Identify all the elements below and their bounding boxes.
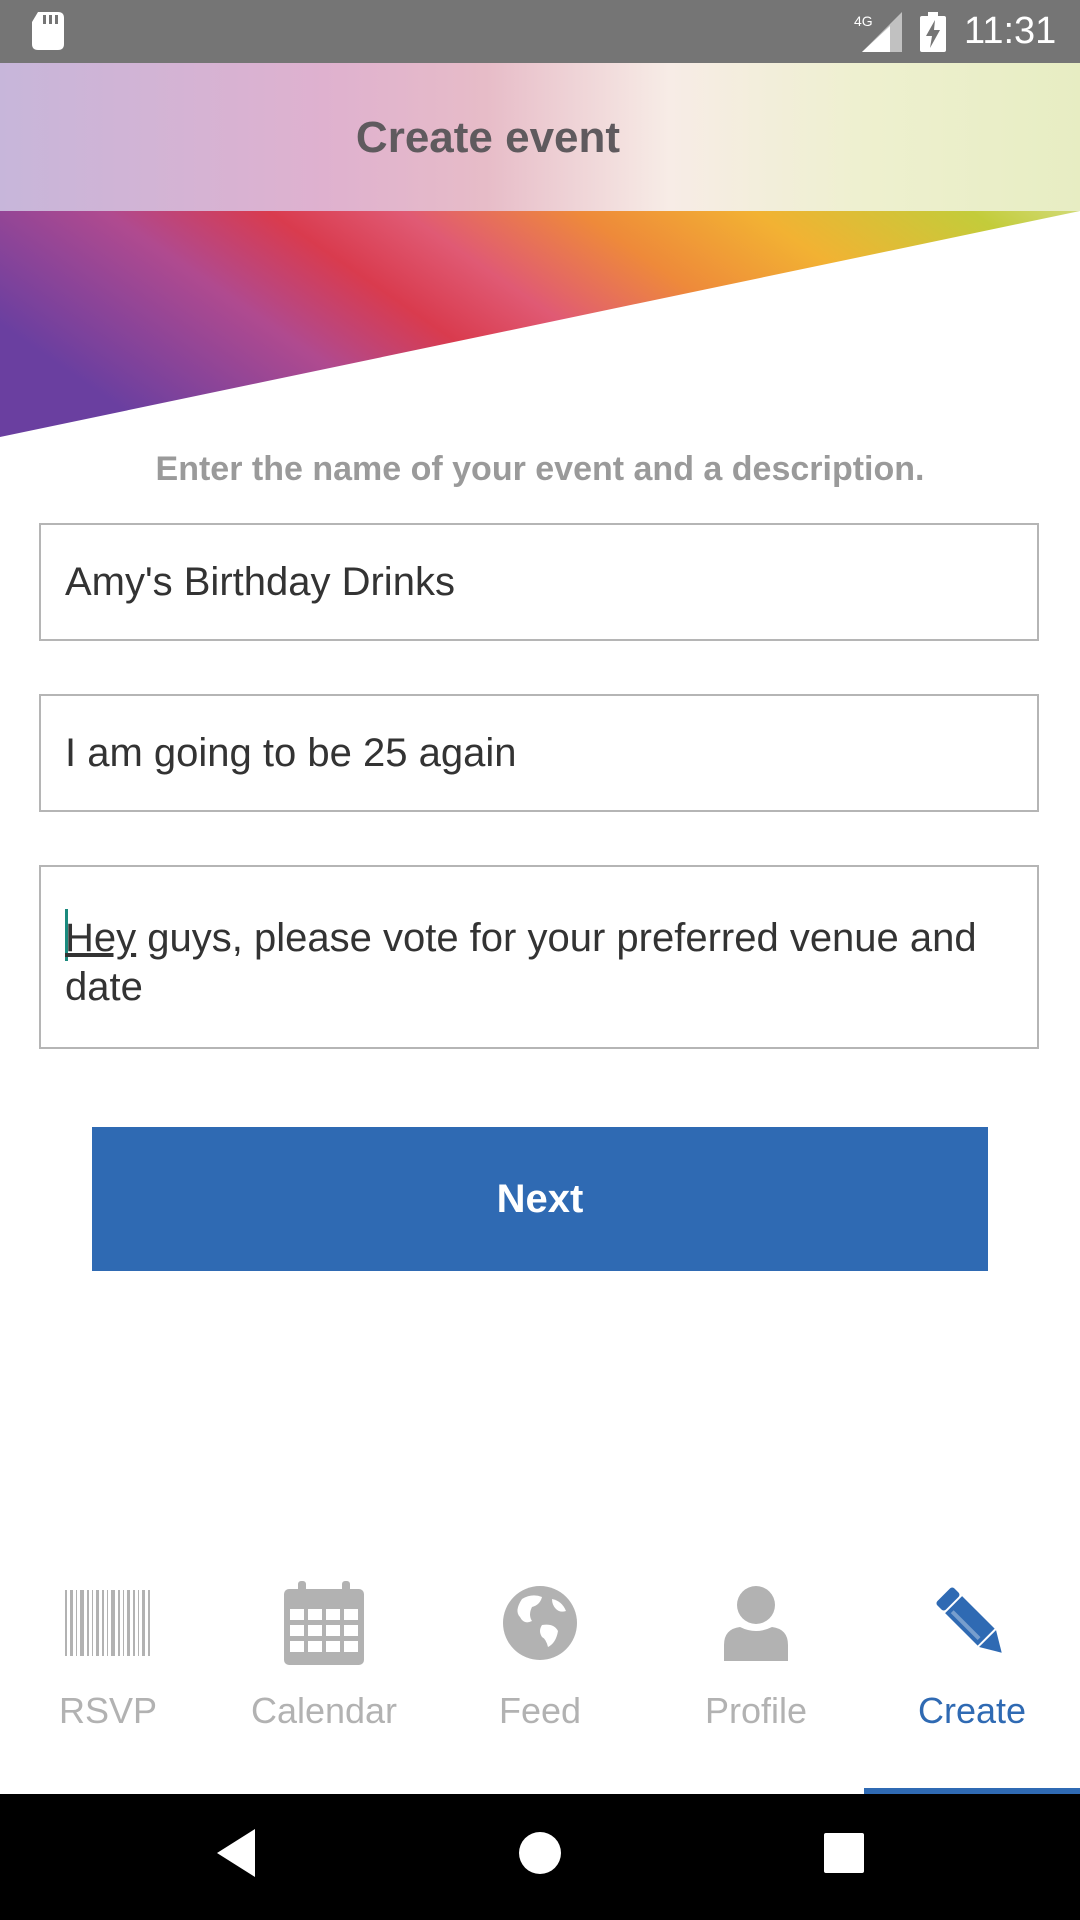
status-bar: 4G 11:31 [0, 0, 1080, 63]
bottom-tab-bar: RSVP Calendar Feed Profile Create [0, 1530, 1080, 1794]
description-first-word: Hey [65, 916, 137, 960]
event-description-field[interactable]: Hey guys, please vote for your preferred… [39, 865, 1039, 1049]
tab-profile[interactable]: Profile [648, 1530, 864, 1794]
clock: 11:31 [964, 10, 1057, 52]
barcode-icon [65, 1590, 150, 1656]
description-rest: guys, please vote for your preferred ven… [65, 916, 977, 1009]
event-name-field[interactable]: Amy's Birthday Drinks [39, 523, 1039, 641]
page-title: Create event [355, 113, 621, 162]
pencil-icon [936, 1587, 1002, 1653]
calendar-icon [284, 1581, 364, 1665]
signal-4g-icon: 4G [854, 12, 902, 52]
event-subtitle-field[interactable]: I am going to be 25 again [39, 694, 1039, 812]
person-icon [724, 1586, 788, 1661]
tab-label-create: Create [917, 1690, 1027, 1731]
form-instruction: Enter the name of your event and a descr… [155, 450, 925, 488]
recents-icon[interactable] [824, 1827, 864, 1879]
tab-calendar[interactable]: Calendar [216, 1530, 432, 1794]
next-button[interactable]: Next [92, 1127, 988, 1271]
home-icon[interactable] [518, 1827, 562, 1879]
tab-rsvp[interactable]: RSVP [0, 1530, 216, 1794]
app-header: Create event [0, 63, 1080, 448]
battery-charging-icon [920, 12, 946, 52]
system-navigation-bar [0, 1794, 1080, 1920]
tab-label-feed: Feed [498, 1690, 582, 1731]
tab-create[interactable]: Create [864, 1530, 1080, 1794]
sd-card-icon [32, 12, 64, 50]
tab-label-calendar: Calendar [250, 1690, 398, 1731]
tab-feed[interactable]: Feed [432, 1530, 648, 1794]
event-subtitle-value: I am going to be 25 again [65, 731, 517, 775]
back-icon[interactable] [215, 1827, 257, 1879]
tab-label-rsvp: RSVP [58, 1690, 158, 1731]
event-name-value: Amy's Birthday Drinks [65, 560, 455, 604]
tab-label-profile: Profile [704, 1690, 808, 1731]
network-label: 4G [854, 13, 873, 29]
globe-icon [503, 1586, 577, 1660]
